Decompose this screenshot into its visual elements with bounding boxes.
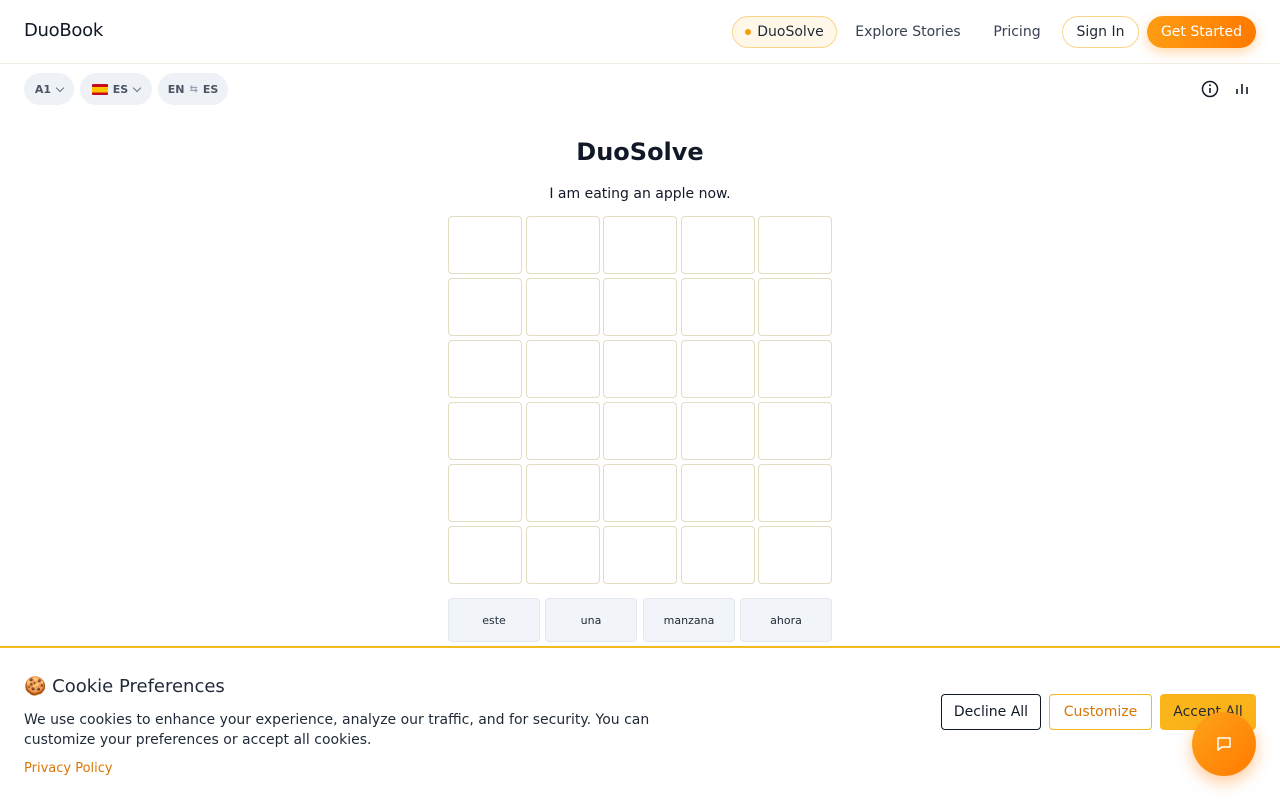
grid-cell[interactable] [526, 464, 600, 522]
grid-cell[interactable] [681, 464, 755, 522]
grid-cell[interactable] [681, 278, 755, 336]
grid-cell[interactable] [448, 526, 522, 584]
grid-cell[interactable] [526, 526, 600, 584]
grid-cell[interactable] [603, 278, 677, 336]
cookie-banner: 🍪 Cookie Preferences We use cookies to e… [0, 646, 1280, 800]
grid-cell[interactable] [448, 402, 522, 460]
sign-in-button[interactable]: Sign In [1062, 16, 1139, 48]
cookie-description: We use cookies to enhance your experienc… [24, 712, 650, 748]
nav-pricing[interactable]: Pricing [984, 16, 1050, 48]
nav-duosolve[interactable]: DuoSolve [732, 16, 837, 48]
grid-cell[interactable] [758, 464, 832, 522]
grid-cell[interactable] [603, 526, 677, 584]
direction-to: ES [202, 82, 219, 96]
language-label: ES [112, 82, 129, 96]
grid-cell[interactable] [448, 340, 522, 398]
grid-cell[interactable] [758, 216, 832, 274]
grid-cell[interactable] [526, 340, 600, 398]
grid-cell[interactable] [758, 402, 832, 460]
swap-icon: ⇆ [189, 83, 198, 95]
language-selector[interactable]: ES [80, 73, 152, 105]
grid-cell[interactable] [526, 216, 600, 274]
cookie-title: 🍪 Cookie Preferences [24, 676, 225, 697]
grid-cell[interactable] [758, 278, 832, 336]
level-label: A1 [34, 82, 52, 96]
info-icon[interactable] [1200, 79, 1220, 99]
grid-cell[interactable] [448, 216, 522, 274]
chat-button[interactable] [1192, 712, 1256, 776]
direction-toggle[interactable]: EN ⇆ ES [158, 73, 228, 105]
spain-flag-icon [91, 83, 108, 95]
logo[interactable]: DuoBook [24, 20, 103, 41]
get-started-button[interactable]: Get Started [1147, 16, 1256, 48]
grid-cell[interactable] [603, 464, 677, 522]
page-title: DuoSolve [576, 138, 704, 166]
grid-cell[interactable] [448, 464, 522, 522]
active-dot-icon [745, 29, 752, 35]
level-selector[interactable]: A1 [24, 73, 74, 105]
direction-from: EN [167, 82, 185, 96]
grid-cell[interactable] [603, 340, 677, 398]
bar-chart-icon[interactable] [1232, 79, 1252, 99]
grid-cell[interactable] [526, 402, 600, 460]
decline-all-button[interactable]: Decline All [941, 694, 1041, 730]
nav-duosolve-label: DuoSolve [757, 24, 824, 40]
grid-cell[interactable] [681, 402, 755, 460]
grid-cell[interactable] [526, 278, 600, 336]
word-tile[interactable]: este [448, 598, 540, 642]
word-tile[interactable]: una [545, 598, 637, 642]
grid-cell[interactable] [448, 278, 522, 336]
grid-cell[interactable] [758, 526, 832, 584]
customize-button[interactable]: Customize [1049, 694, 1152, 730]
top-header: DuoBook DuoSolve Explore Stories Pricing… [0, 0, 1280, 64]
privacy-policy-link[interactable]: Privacy Policy [24, 761, 113, 776]
grid-cell[interactable] [681, 526, 755, 584]
grid-cell[interactable] [681, 216, 755, 274]
grid-cell[interactable] [681, 340, 755, 398]
chevron-down-icon [55, 83, 65, 92]
grid-cell[interactable] [758, 340, 832, 398]
chevron-down-icon [132, 83, 142, 92]
nav-explore-stories[interactable]: Explore Stories [848, 16, 968, 48]
grid-cell[interactable] [603, 402, 677, 460]
grid-cell[interactable] [603, 216, 677, 274]
word-tile[interactable]: ahora [740, 598, 832, 642]
word-tile[interactable]: manzana [643, 598, 735, 642]
chat-bubble-icon [1217, 737, 1231, 751]
sentence-prompt: I am eating an apple now. [549, 186, 731, 202]
